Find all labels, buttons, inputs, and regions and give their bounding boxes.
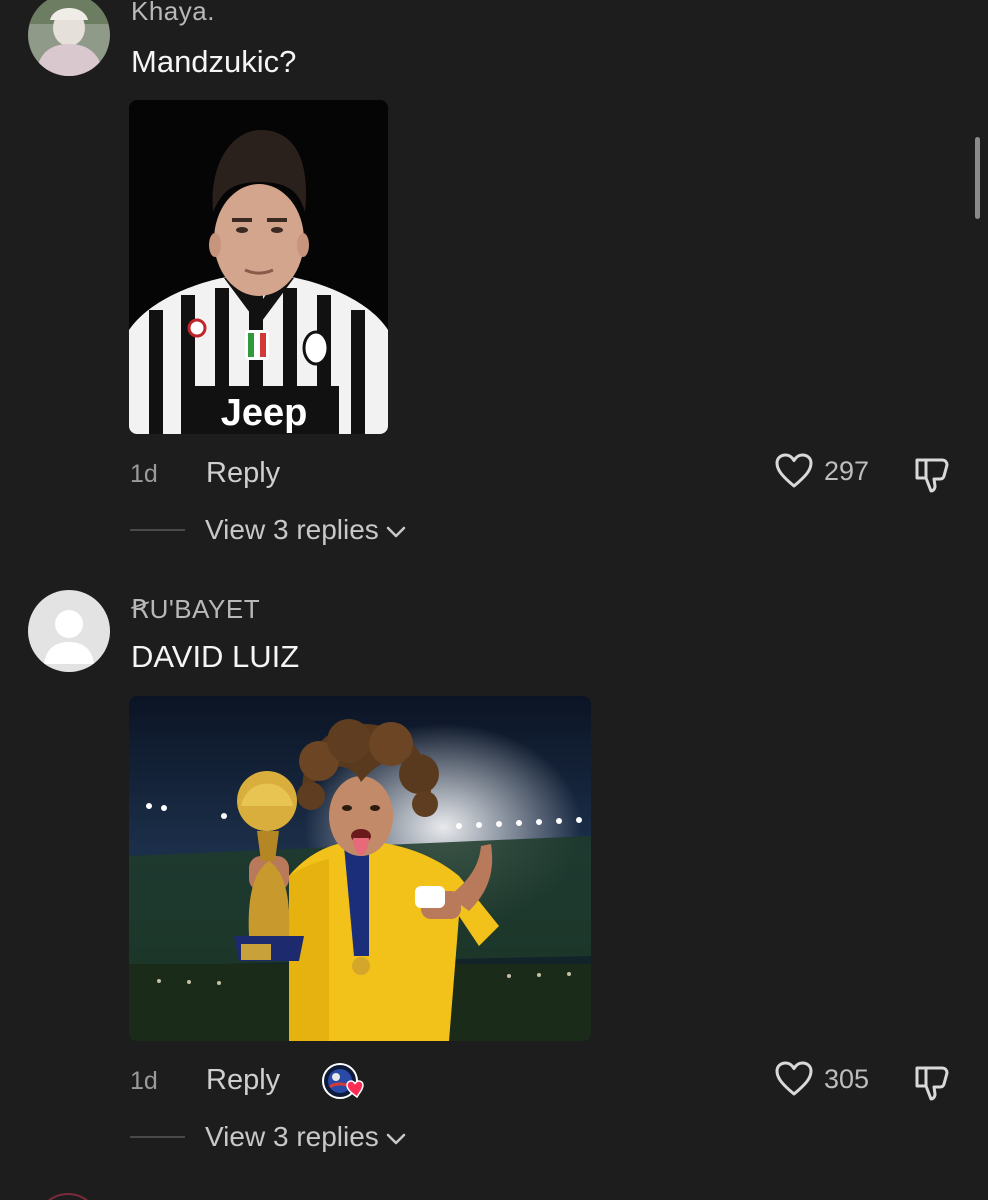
comment-1-reply-button[interactable]: Reply [206,457,280,490]
comment-1-image[interactable]: Jeep [129,100,388,434]
comment-1-text: Mandzukic? [131,44,297,79]
thumbs-down-icon [915,1066,949,1101]
comment-2-view-replies-label: View 3 replies [205,1121,379,1152]
comment-2-view-replies[interactable]: View 3 replies [130,1121,407,1153]
comment-1-dislike-button[interactable] [912,454,952,499]
creator-liked-badge [322,1061,368,1101]
heart-outline-icon [775,1061,813,1096]
replies-divider [130,1136,185,1138]
comment-3-avatar-partial[interactable] [36,1193,100,1200]
comment-2-text: DAVID LUIZ [131,639,300,674]
comment-1-view-replies[interactable]: View 3 replies [130,514,407,546]
heart-outline-icon [775,453,813,488]
comment-1-view-replies-label: View 3 replies [205,514,379,545]
mandzukic-photo: Jeep [129,100,388,434]
comment-2-dislike-button[interactable] [912,1062,952,1107]
comment-2-avatar[interactable] [28,590,110,672]
replies-divider [130,529,185,531]
chevron-down-icon [386,1133,406,1145]
comment-2-timestamp: 1d [130,1067,158,1095]
comment-1-timestamp: 1d [130,460,158,488]
comment-2-username[interactable]: ꞦU'BAYET [131,594,260,625]
comment-1-username[interactable]: Khaya. [131,0,215,27]
default-avatar-icon [28,590,110,672]
scrollbar-thumb[interactable] [975,137,980,219]
thumbs-down-icon [915,458,949,493]
user-photo-avatar-icon [28,0,110,76]
comment-1-like-count: 297 [824,455,870,486]
comment-1-like-button[interactable]: 297 [774,452,869,490]
comment-1-avatar[interactable] [28,0,110,76]
comments-screen: Khaya. Mandzukic? Jeep 1d Reply 297 View… [0,0,988,1200]
jersey-sponsor-text: Jeep [221,392,308,434]
comment-2-like-button[interactable]: 305 [774,1060,869,1098]
comment-2-like-count: 305 [824,1063,870,1094]
david-luiz-photo [129,696,591,1041]
chevron-down-icon [386,526,406,538]
comment-2-image[interactable] [129,696,591,1041]
comment-2-reply-button[interactable]: Reply [206,1064,280,1097]
creator-liked-icon [322,1063,364,1099]
